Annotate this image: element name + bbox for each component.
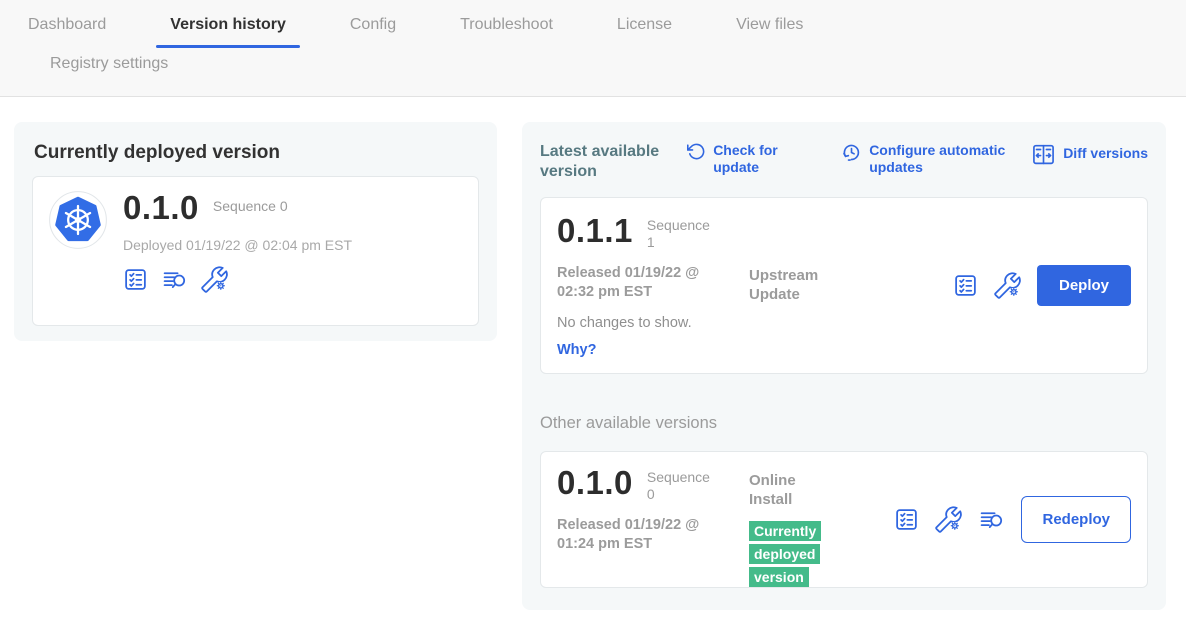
content-area: Currently deployed version (0, 97, 1186, 640)
other-sequence-label: Sequence 0 (647, 469, 715, 504)
tab-registry-settings[interactable]: Registry settings (50, 55, 168, 86)
other-version-card: 0.1.0 Sequence 0 Released 01/19/22 @ 01:… (540, 451, 1148, 588)
preflight-checks-icon[interactable] (894, 507, 919, 532)
redeploy-button[interactable]: Redeploy (1021, 496, 1131, 543)
currently-deployed-title: Currently deployed version (34, 142, 479, 164)
tab-config[interactable]: Config (350, 16, 396, 48)
secondary-tabs: Registry settings (0, 48, 1186, 73)
top-nav: Dashboard Version history Config Trouble… (0, 0, 1186, 97)
latest-version-card: 0.1.1 Sequence 1 Released 01/19/22 @ 02:… (540, 197, 1148, 374)
latest-source-label: Upstream Update (749, 266, 839, 305)
latest-released-timestamp: Released 01/19/22 @ 02:32 pm EST (557, 264, 719, 302)
release-notes-icon[interactable] (978, 507, 1005, 532)
why-link[interactable]: Why? (557, 342, 749, 358)
deployed-version-number: 0.1.0 (123, 191, 199, 226)
diff-versions-icon (1031, 142, 1056, 167)
tab-dashboard[interactable]: Dashboard (28, 16, 106, 48)
deploy-button[interactable]: Deploy (1037, 265, 1131, 306)
release-notes-icon[interactable] (161, 267, 188, 292)
tab-version-history[interactable]: Version history (170, 16, 286, 48)
available-updates-panel: Latest available version Check for updat… (522, 122, 1166, 610)
check-for-update-link[interactable]: Check for update (687, 142, 795, 176)
edit-config-icon[interactable] (201, 266, 228, 293)
other-version-number: 0.1.0 (557, 466, 633, 501)
diff-versions-link[interactable]: Diff versions (1031, 142, 1148, 167)
kubernetes-logo-icon (49, 191, 107, 249)
deployed-timestamp: Deployed 01/19/22 @ 02:04 pm EST (123, 237, 352, 253)
configure-automatic-updates-link[interactable]: Configure automatic updates (841, 142, 1031, 176)
latest-version-number: 0.1.1 (557, 214, 633, 249)
primary-tabs: Dashboard Version history Config Trouble… (0, 0, 1186, 48)
tab-view-files[interactable]: View files (736, 16, 803, 48)
deployed-version-card: 0.1.0 Sequence 0 Deployed 01/19/22 @ 02:… (32, 176, 479, 326)
tab-license[interactable]: License (617, 16, 672, 48)
latest-available-heading: Latest available version (540, 142, 669, 183)
currently-deployed-panel: Currently deployed version (14, 122, 497, 341)
preflight-checks-icon[interactable] (123, 267, 148, 292)
other-source-label: Online Install (749, 471, 839, 510)
edit-config-icon[interactable] (935, 506, 962, 533)
edit-config-icon[interactable] (994, 272, 1021, 299)
other-released-timestamp: Released 01/19/22 @ 01:24 pm EST (557, 516, 719, 554)
deployed-sequence-label: Sequence 0 (213, 198, 288, 216)
auto-update-schedule-icon (841, 142, 862, 163)
check-update-icon (687, 142, 706, 161)
other-versions-heading: Other available versions (540, 414, 1148, 433)
latest-changes-text: No changes to show. (557, 315, 749, 331)
preflight-checks-icon[interactable] (953, 273, 978, 298)
currently-deployed-badge: Currently deployed version (749, 520, 829, 590)
tab-troubleshoot[interactable]: Troubleshoot (460, 16, 553, 48)
latest-sequence-label: Sequence 1 (647, 217, 715, 252)
